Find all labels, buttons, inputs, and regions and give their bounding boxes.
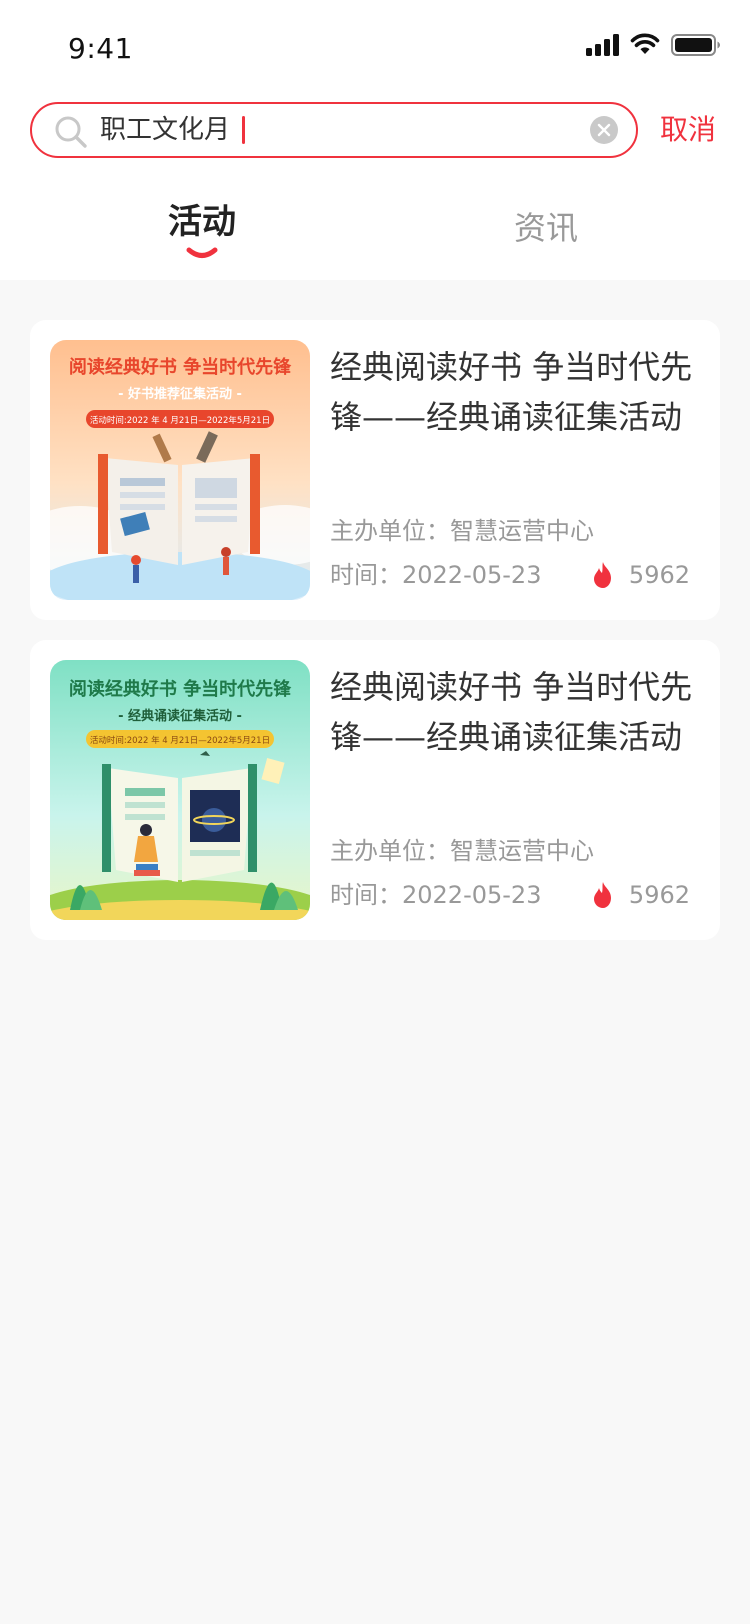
activity-cover-image: 阅读经典好书 争当时代先锋 - 好书推荐征集活动 - 活动时间:2022 年 4… <box>50 340 310 600</box>
activity-organizer: 主办单位：智慧运营中心 <box>330 837 594 865</box>
battery-icon <box>671 34 721 60</box>
cellular-signal-icon <box>586 34 622 60</box>
search-input[interactable]: 职工文化月 <box>100 104 246 156</box>
activity-heat: 5962 <box>591 878 690 912</box>
search-icon <box>54 115 88 153</box>
cover-headline: 阅读经典好书 争当时代先锋 <box>69 678 292 700</box>
activity-title: 经典阅读好书 争当时代先锋——经典诵读征集活动 <box>330 348 693 436</box>
search-query-text: 职工文化月 <box>100 115 231 145</box>
cover-subhead: - 好书推荐征集活动 - <box>118 386 242 402</box>
flame-icon <box>593 882 611 908</box>
tab-activities[interactable]: 活动 <box>168 198 236 246</box>
clear-icon[interactable] <box>590 116 618 144</box>
status-time: 9:41 <box>68 32 133 65</box>
activity-card[interactable]: 阅读经典好书 争当时代先锋 - 经典诵读征集活动 - 活动时间:2022 年 4… <box>30 640 720 940</box>
activity-title: 经典阅读好书 争当时代先锋——经典诵读征集活动 <box>330 668 693 756</box>
activity-card[interactable]: 阅读经典好书 争当时代先锋 - 好书推荐征集活动 - 活动时间:2022 年 4… <box>30 320 720 620</box>
tab-news[interactable]: 资讯 <box>514 204 578 252</box>
status-bar: 9:41 <box>0 0 750 88</box>
heat-count: 5962 <box>628 881 690 909</box>
cover-headline: 阅读经典好书 争当时代先锋 <box>69 356 292 378</box>
active-tab-indicator <box>186 246 218 265</box>
flame-icon <box>593 562 611 588</box>
activity-cover-image: 阅读经典好书 争当时代先锋 - 经典诵读征集活动 - 活动时间:2022 年 4… <box>50 660 310 920</box>
text-caret <box>242 116 246 144</box>
header-area: 9:41 职工文化月 取消 活动 资讯 <box>0 0 750 280</box>
cover-subhead: - 经典诵读征集活动 - <box>118 708 242 724</box>
heat-count: 5962 <box>628 561 690 589</box>
cover-dates: 活动时间:2022 年 4 月21日—2022年5月21日 <box>90 415 270 426</box>
activity-heat: 5962 <box>591 558 690 592</box>
cancel-button[interactable]: 取消 <box>660 110 716 150</box>
wifi-icon <box>630 32 660 60</box>
activity-organizer: 主办单位：智慧运营中心 <box>330 517 594 545</box>
cover-dates: 活动时间:2022 年 4 月21日—2022年5月21日 <box>90 735 270 746</box>
search-box[interactable]: 职工文化月 <box>30 102 638 158</box>
